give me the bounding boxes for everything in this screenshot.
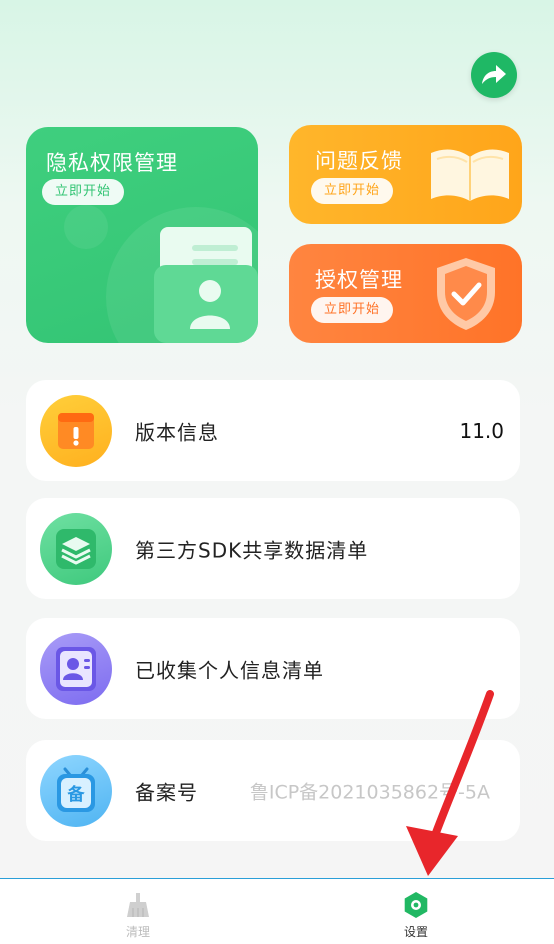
privacy-start-button[interactable]: 立即开始 [42,179,125,205]
svg-text:备: 备 [67,784,86,805]
share-button[interactable] [471,52,517,98]
tab-clean-label: 清理 [125,925,150,939]
bottom-tab-bar: 清理 设置 [0,878,554,944]
record-number-label: 备案号 [135,780,198,804]
record-icon: 备 [40,755,112,827]
id-card-icon [40,633,112,705]
version-info-label: 版本信息 [135,420,219,444]
privacy-card-title: 隐私权限管理 [46,151,178,175]
record-number-row[interactable]: 备 备案号 鲁ICP备2021035862号-5A [26,740,520,841]
privacy-permission-card[interactable]: 隐私权限管理 立即开始 [26,127,258,343]
tab-clean[interactable]: 清理 [78,879,198,944]
book-icon [431,149,509,201]
tab-settings[interactable]: 设置 [356,879,476,944]
share-icon [482,65,506,84]
feedback-card[interactable]: 问题反馈 立即开始 [289,125,522,224]
broom-icon [127,893,149,917]
version-info-row[interactable]: 版本信息 11.0 [26,380,520,481]
shield-check-icon [437,258,495,330]
personal-info-row[interactable]: 已收集个人信息清单 [26,618,520,719]
version-icon [40,395,112,467]
layers-icon [40,513,112,585]
settings-icon [404,892,428,918]
version-number: 11.0 [459,418,504,443]
feedback-card-title: 问题反馈 [315,149,403,173]
authorization-start-button[interactable]: 立即开始 [311,297,394,323]
personal-info-label: 已收集个人信息清单 [135,658,324,682]
third-party-sdk-row[interactable]: 第三方SDK共享数据清单 [26,498,520,599]
tab-settings-label: 设置 [403,925,428,939]
document-person-icon [154,227,258,343]
authorization-card-title: 授权管理 [315,268,403,292]
third-party-sdk-label: 第三方SDK共享数据清单 [135,538,369,562]
feedback-start-button[interactable]: 立即开始 [311,178,394,204]
record-number-value: 鲁ICP备2021035862号-5A [249,781,490,803]
authorization-card[interactable]: 授权管理 立即开始 [289,244,522,343]
